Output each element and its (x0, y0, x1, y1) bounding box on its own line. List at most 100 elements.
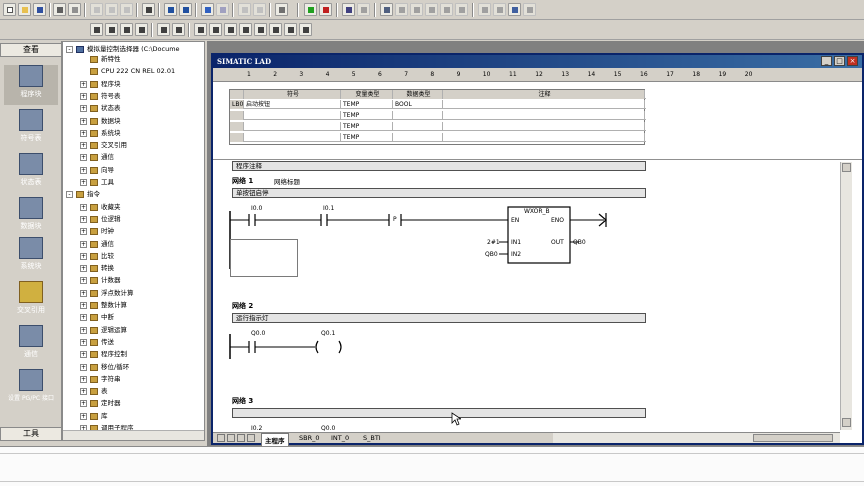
vartable-cell[interactable] (230, 133, 244, 142)
expand-icon[interactable]: + (80, 203, 87, 211)
vartable-row[interactable]: LB0 启动按钮 TEMP BOOL (230, 100, 646, 109)
tab-first-icon[interactable] (217, 434, 225, 442)
vartable-cell[interactable] (443, 133, 645, 142)
network-1-title[interactable]: 网络标题 (274, 176, 300, 186)
expand-icon[interactable]: + (80, 314, 87, 322)
read-icon[interactable] (478, 3, 491, 16)
function-toolbar-icon[interactable] (299, 23, 312, 36)
table-icon[interactable] (380, 3, 393, 16)
upload-icon[interactable] (201, 3, 214, 16)
vartable-cell[interactable]: TEMP (341, 122, 393, 131)
tree-hscrollbar[interactable] (63, 430, 204, 440)
maximize-button[interactable]: □ (834, 56, 845, 66)
tab-main[interactable]: 主程序 (261, 433, 289, 447)
contact-I0.0-label[interactable]: I0.0 (251, 205, 262, 212)
run-icon[interactable] (304, 3, 317, 16)
expand-icon[interactable]: + (80, 228, 87, 236)
unforce-icon[interactable] (455, 3, 468, 16)
paste-icon[interactable] (120, 3, 133, 16)
vartable-cell[interactable] (244, 122, 341, 131)
expand-icon[interactable]: + (80, 92, 87, 100)
vartable-cell[interactable] (393, 133, 443, 142)
force-icon[interactable] (440, 3, 453, 16)
vartable-cell[interactable]: TEMP (341, 111, 393, 120)
expand-icon[interactable] (80, 56, 87, 63)
vartable-cell[interactable] (244, 111, 341, 120)
in1-operand[interactable]: 2#1 (487, 239, 500, 246)
vartable-cell[interactable]: BOOL (393, 100, 443, 109)
chart-icon[interactable] (395, 3, 408, 16)
vartable-cell[interactable] (244, 133, 341, 142)
line-down-icon[interactable] (194, 23, 207, 36)
line-left-icon[interactable] (224, 23, 237, 36)
line-up-icon[interactable] (209, 23, 222, 36)
vartable-row[interactable]: TEMP (230, 133, 646, 142)
tab-next-icon[interactable] (237, 434, 245, 442)
delete-icon[interactable] (135, 23, 148, 36)
tab-sbr0[interactable]: SBR_0 (299, 434, 320, 442)
expand-icon[interactable]: + (80, 215, 87, 223)
vartable-cell[interactable] (443, 111, 645, 120)
expand-icon[interactable]: + (80, 117, 87, 125)
nav-footer[interactable]: 工具 (0, 427, 62, 441)
coil-icon[interactable] (105, 23, 118, 36)
net2-coil-label[interactable]: Q0.1 (321, 330, 335, 337)
out-operand[interactable]: QB0 (573, 239, 586, 246)
expand-icon[interactable]: + (80, 142, 87, 150)
collapse-icon[interactable]: - (66, 191, 73, 199)
collapse-icon[interactable]: - (66, 46, 73, 53)
expand-icon[interactable]: + (80, 412, 87, 420)
nav-item-system-block[interactable]: 系统块 (4, 237, 58, 277)
write-icon[interactable] (493, 3, 506, 16)
expand-icon[interactable]: + (80, 265, 87, 273)
program-comment[interactable]: 程序注释 (232, 161, 646, 171)
net3-contact1-label[interactable]: I0.2 (251, 425, 262, 432)
undo-icon[interactable] (142, 3, 155, 16)
expand-icon[interactable]: + (80, 338, 87, 346)
expand-icon[interactable]: + (80, 351, 87, 359)
copy-icon[interactable] (105, 3, 118, 16)
close-button[interactable]: × (847, 56, 858, 66)
expand-icon[interactable]: + (80, 154, 87, 162)
editor-vscrollbar[interactable] (840, 162, 852, 430)
expand-icon[interactable]: + (80, 129, 87, 137)
tab-prev-icon[interactable] (227, 434, 235, 442)
vartable-cell[interactable]: TEMP (341, 133, 393, 142)
vartable-cell[interactable] (230, 122, 244, 131)
monitor-icon[interactable] (342, 3, 355, 16)
nav-item-program-block[interactable]: 程序块 (4, 65, 58, 105)
box-icon[interactable] (120, 23, 133, 36)
compile-icon[interactable] (164, 3, 177, 16)
in2-operand[interactable]: QB0 (485, 251, 498, 258)
expand-icon[interactable]: + (80, 166, 87, 174)
vartable-row[interactable]: TEMP (230, 111, 646, 120)
expand-icon[interactable]: + (80, 179, 87, 186)
vartable-cell[interactable] (393, 122, 443, 131)
box-toolbar-icon[interactable] (284, 23, 297, 36)
line-right-icon[interactable] (239, 23, 252, 36)
vartable-cell[interactable]: LB0 (230, 100, 244, 109)
expand-icon[interactable] (80, 68, 87, 76)
trend-icon[interactable] (410, 3, 423, 16)
vartable-cell[interactable] (443, 122, 645, 131)
selection-box[interactable] (230, 239, 298, 277)
tab-sbti[interactable]: S_BTI (363, 434, 381, 442)
vartable-cell[interactable] (230, 111, 244, 120)
nav-item-pgpc-interface[interactable]: 设置 PG/PC 接口 (4, 369, 58, 409)
status-icon[interactable] (357, 3, 370, 16)
expand-icon[interactable]: + (80, 363, 87, 371)
expand-icon[interactable]: + (80, 400, 87, 408)
network-1-comment[interactable]: 单按钮启停 (232, 188, 646, 198)
minimize-button[interactable]: _ (821, 56, 832, 66)
expand-icon[interactable]: + (80, 252, 87, 260)
save-icon[interactable] (33, 3, 46, 16)
nav-item-communication[interactable]: 通信 (4, 325, 58, 365)
unforce-all-icon[interactable] (523, 3, 536, 16)
contact-I0.1-label[interactable]: I0.1 (323, 205, 334, 212)
expand-icon[interactable]: + (80, 375, 87, 383)
editor-hscrollbar[interactable] (553, 432, 840, 443)
sort-desc-icon[interactable] (253, 3, 266, 16)
net3-contact2-label[interactable]: Q0.0 (321, 425, 335, 432)
stop-icon[interactable] (319, 3, 332, 16)
print-preview-icon[interactable] (68, 3, 81, 16)
